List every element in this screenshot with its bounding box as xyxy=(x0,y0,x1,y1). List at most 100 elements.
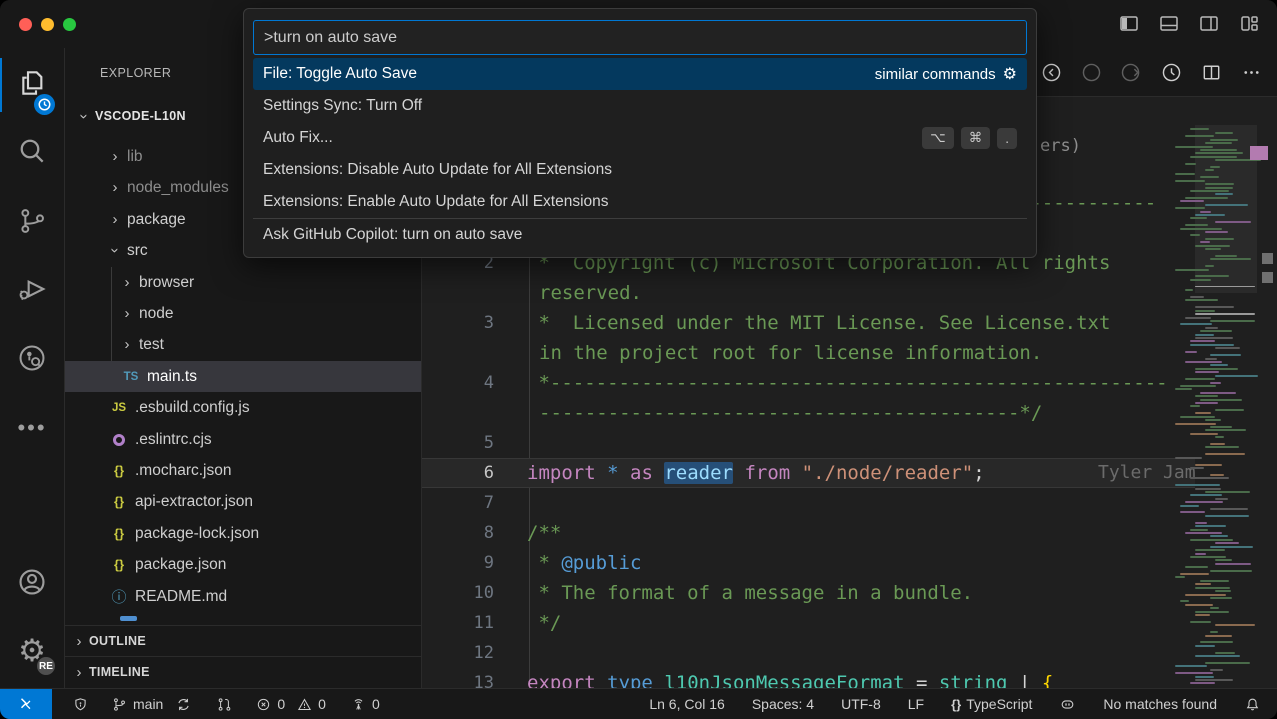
palette-item-extensions-disable-auto-update-for-all-extensions[interactable]: Extensions: Disable Auto Update for All … xyxy=(253,154,1027,186)
tree-item-readme-md[interactable]: ⓘREADME.md xyxy=(65,581,421,612)
settings-gear-icon[interactable]: ⚙ RE xyxy=(0,625,64,675)
keybinding-key: . xyxy=(997,128,1017,149)
code-line: * Licensed under the MIT License. See Li… xyxy=(527,308,1110,338)
code-row-line-9[interactable]: 9 * @public xyxy=(422,548,1195,578)
source-control-icon[interactable] xyxy=(0,196,64,246)
navigate-last-edit-icon[interactable] xyxy=(1120,61,1143,89)
tree-item-browser[interactable]: ›browser xyxy=(65,267,421,298)
language-label: TypeScript xyxy=(966,696,1032,712)
tree-item-label: lib xyxy=(127,148,143,166)
close-window-button[interactable] xyxy=(19,18,32,31)
search-icon[interactable] xyxy=(0,126,64,176)
eol-sequence[interactable]: LF xyxy=(908,696,924,712)
workspace-trust-shield-icon[interactable] xyxy=(72,696,89,713)
navigate-forward-disabled-icon[interactable] xyxy=(1080,61,1103,89)
token xyxy=(619,462,630,484)
code-row-line-7[interactable]: 7 xyxy=(422,488,1195,518)
tree-item-eslintrc-cjs[interactable]: .eslintrc.cjs xyxy=(65,424,421,455)
minimap-line xyxy=(1185,566,1208,568)
palette-item-settings-sync-turn-off[interactable]: Settings Sync: Turn Off xyxy=(253,90,1027,122)
minimap-line xyxy=(1205,453,1245,455)
toggle-secondary-sidebar-icon[interactable] xyxy=(1197,11,1221,40)
code-row-line-6[interactable]: 6import * as reader from "./node/reader"… xyxy=(422,458,1195,488)
tree-item-package-json[interactable]: {}package.json xyxy=(65,549,421,580)
cursor-position[interactable]: Ln 6, Col 16 xyxy=(649,696,725,712)
tree-item-node[interactable]: ›node xyxy=(65,298,421,329)
code-row-wrap[interactable]: ----------------------------------------… xyxy=(422,398,1195,428)
minimap-line xyxy=(1200,399,1242,401)
palette-item-extensions-enable-auto-update-for-all-extensions[interactable]: Extensions: Enable Auto Update for All E… xyxy=(253,186,1027,218)
tree-item-esbuild-config-js[interactable]: JS.esbuild.config.js xyxy=(65,392,421,423)
timeline-section-header[interactable]: › TIMELINE xyxy=(65,656,421,687)
tree-item-label: package-lock.json xyxy=(135,525,259,543)
copilot-icon[interactable] xyxy=(1059,696,1076,713)
code-row-line-13[interactable]: 13export type l10nJsonMessageFormat = st… xyxy=(422,668,1195,688)
palette-item-right: similar commands⚙ xyxy=(875,64,1017,84)
more-views-icon[interactable]: ••• xyxy=(0,403,64,453)
status-bar-left: main 0 0 0 xyxy=(0,689,380,719)
minimap-line xyxy=(1205,187,1233,189)
minimap-line xyxy=(1210,354,1241,356)
command-palette-input[interactable] xyxy=(253,20,1027,55)
minimap-line xyxy=(1185,604,1213,606)
timeline-history-icon[interactable] xyxy=(1160,61,1183,89)
split-editor-icon[interactable] xyxy=(1200,61,1223,89)
minimap-line xyxy=(1215,409,1244,411)
palette-item-auto-fix[interactable]: Auto Fix...⌥⌘. xyxy=(253,122,1027,154)
tree-item-mocharc-json[interactable]: {}.mocharc.json xyxy=(65,455,421,486)
minimap-line xyxy=(1210,139,1238,141)
code-row-wrap[interactable]: reserved. xyxy=(422,278,1195,308)
code-row-line-10[interactable]: 10 * The format of a message in a bundle… xyxy=(422,578,1195,608)
minimap-line xyxy=(1175,269,1209,271)
minimize-window-button[interactable] xyxy=(41,18,54,31)
code-row-line-4[interactable]: 4 *-------------------------------------… xyxy=(422,368,1195,398)
code-row-line-5[interactable]: 5 xyxy=(422,428,1195,458)
tree-item-test[interactable]: ›test xyxy=(65,329,421,360)
accounts-icon[interactable] xyxy=(0,557,64,607)
remote-indicator[interactable] xyxy=(0,689,52,719)
problems-item[interactable]: 0 0 xyxy=(255,696,326,713)
code-row-wrap[interactable]: in the project root for license informat… xyxy=(422,338,1195,368)
minimap-line xyxy=(1215,542,1239,544)
minimap[interactable] xyxy=(1195,125,1257,687)
sync-changes-icon[interactable] xyxy=(175,696,192,713)
warning-icon xyxy=(296,696,313,713)
minimap-line xyxy=(1205,515,1249,517)
zoom-window-button[interactable] xyxy=(63,18,76,31)
language-mode[interactable]: {} TypeScript xyxy=(951,696,1032,712)
chevron-down-icon: › xyxy=(76,110,93,122)
notifications-bell-icon[interactable] xyxy=(1244,696,1261,713)
ports-item[interactable]: 0 xyxy=(350,696,380,713)
git-pull-request-icon[interactable] xyxy=(216,696,233,713)
palette-item-label: Extensions: Disable Auto Update for All … xyxy=(263,161,612,179)
code-row-line-12[interactable]: 12 xyxy=(422,638,1195,668)
git-branch-item[interactable]: main xyxy=(111,696,163,713)
command-palette: File: Toggle Auto Savesimilar commands⚙S… xyxy=(243,8,1037,258)
encoding[interactable]: UTF-8 xyxy=(841,696,881,712)
run-and-debug-icon[interactable] xyxy=(0,264,64,314)
palette-item-file-toggle-auto-save[interactable]: File: Toggle Auto Savesimilar commands⚙ xyxy=(253,58,1027,90)
explorer-view-icon[interactable] xyxy=(0,58,64,108)
tree-item-main-ts[interactable]: TSmain.ts xyxy=(65,361,421,392)
navigate-back-icon[interactable] xyxy=(1040,61,1063,89)
more-actions-icon[interactable] xyxy=(1240,61,1263,89)
minimap-line xyxy=(1190,467,1204,469)
minimap-line xyxy=(1195,368,1238,370)
customize-layout-icon[interactable] xyxy=(1237,11,1261,40)
radio-tower-icon xyxy=(350,696,367,713)
palette-item-ask-github-copilot-turn-on-auto-save[interactable]: Ask GitHub Copilot: turn on auto save xyxy=(253,218,1027,250)
minimap-line xyxy=(1195,614,1210,616)
toggle-primary-sidebar-icon[interactable] xyxy=(1117,11,1141,40)
indentation[interactable]: Spaces: 4 xyxy=(752,696,814,712)
code-row-line-11[interactable]: 11 */ xyxy=(422,608,1195,638)
code-row-line-8[interactable]: 8/** xyxy=(422,518,1195,548)
outline-section-header[interactable]: › OUTLINE xyxy=(65,625,421,656)
gear-icon[interactable]: ⚙ xyxy=(1003,64,1017,84)
toggle-panel-icon[interactable] xyxy=(1157,11,1181,40)
tree-item-package-lock-json[interactable]: {}package-lock.json xyxy=(65,518,421,549)
minimap-line xyxy=(1205,204,1248,206)
code-row-line-3[interactable]: 3 * Licensed under the MIT License. See … xyxy=(422,308,1195,338)
tree-item-api-extractor-json[interactable]: {}api-extractor.json xyxy=(65,486,421,517)
scm-graph-circle-icon[interactable] xyxy=(0,333,64,383)
code-line: export type l10nJsonMessageFormat = stri… xyxy=(527,668,1053,688)
